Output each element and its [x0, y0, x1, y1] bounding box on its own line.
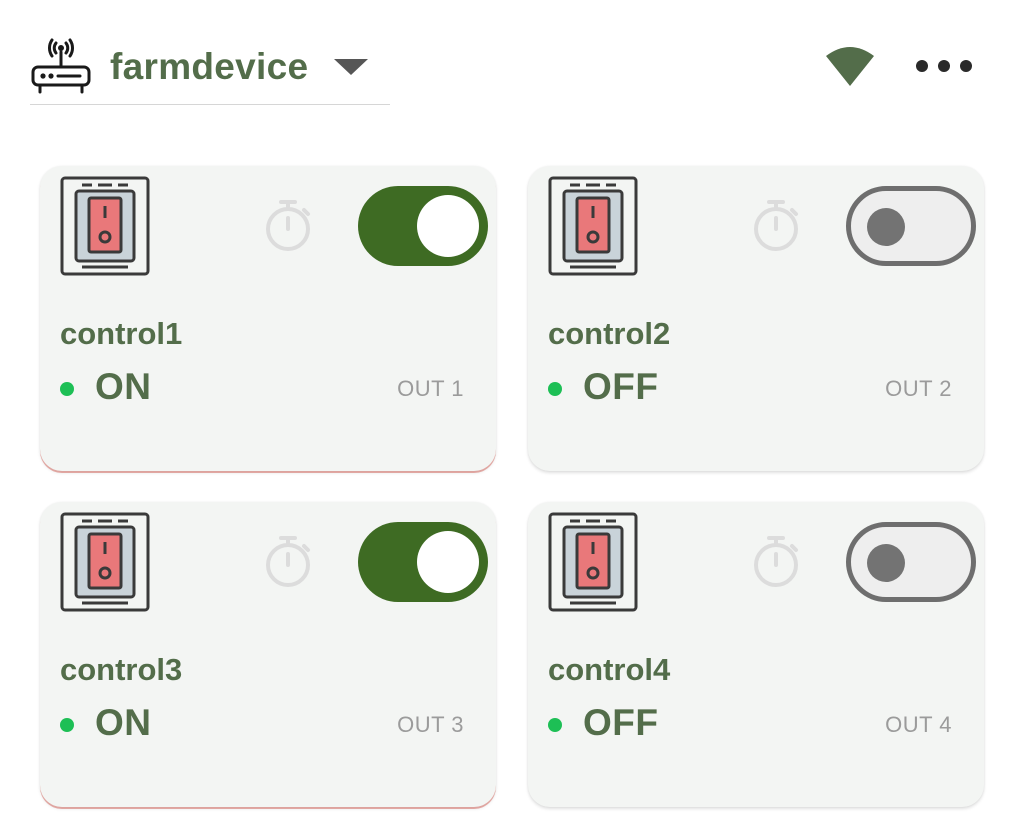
power-toggle[interactable] [358, 522, 488, 602]
wall-switch-icon [60, 512, 150, 612]
wall-switch-icon [60, 176, 150, 276]
status-dot [548, 382, 562, 396]
status-text: ON [95, 366, 152, 407]
status-dot [548, 718, 562, 732]
power-toggle[interactable] [358, 186, 488, 266]
output-label: OUT 3 [397, 712, 464, 737]
status-dot [60, 718, 74, 732]
control-name: control4 [548, 652, 671, 687]
wall-switch-icon [548, 176, 638, 276]
toggle-knob [867, 544, 905, 582]
wall-switch-icon [548, 512, 638, 612]
toggle-knob [417, 531, 479, 593]
status-text: OFF [583, 366, 659, 407]
power-toggle[interactable] [846, 522, 976, 602]
toggle-knob [417, 195, 479, 257]
stopwatch-icon[interactable] [752, 198, 800, 252]
output-label: OUT 4 [885, 712, 952, 737]
toggle-knob [867, 208, 905, 246]
wifi-icon [826, 47, 874, 86]
caret-down-icon[interactable] [334, 59, 369, 75]
device-selector[interactable]: farmdevice [30, 30, 390, 105]
stopwatch-icon[interactable] [752, 534, 800, 588]
app-header: farmdevice [0, 0, 1024, 130]
status-text: ON [95, 702, 152, 743]
control-name: control2 [548, 316, 671, 351]
output-label: OUT 2 [885, 376, 952, 401]
device-name: farmdevice [110, 46, 309, 87]
router-icon [31, 38, 91, 94]
stopwatch-icon[interactable] [264, 534, 312, 588]
stopwatch-icon[interactable] [264, 198, 312, 252]
more-horizontal-icon[interactable] [916, 52, 972, 80]
control-name: control3 [60, 652, 183, 687]
control-card[interactable]: control1 ON OUT 1 [40, 166, 496, 471]
status-dot [60, 382, 74, 396]
control-name: control1 [60, 316, 183, 351]
status-text: OFF [583, 702, 659, 743]
power-toggle[interactable] [846, 186, 976, 266]
control-card[interactable]: control2 OFF OUT 2 [528, 166, 984, 471]
control-card[interactable]: control4 OFF OUT 4 [528, 502, 984, 807]
control-card[interactable]: control3 ON OUT 3 [40, 502, 496, 807]
output-label: OUT 1 [397, 376, 464, 401]
